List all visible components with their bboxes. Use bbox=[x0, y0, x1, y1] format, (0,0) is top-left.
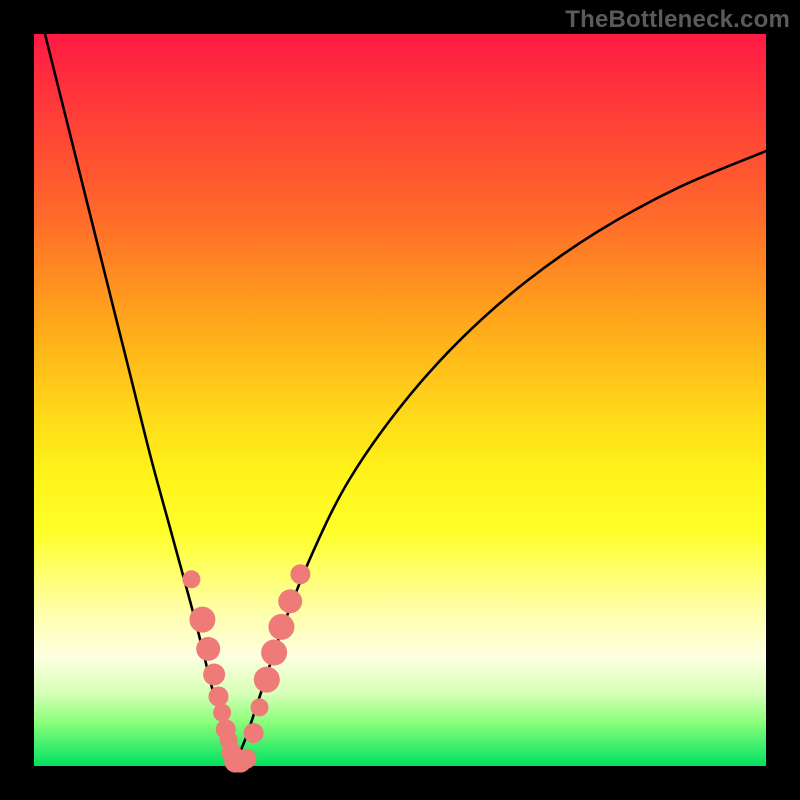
data-marker bbox=[213, 704, 231, 722]
data-marker bbox=[278, 589, 302, 613]
marker-group bbox=[182, 564, 310, 772]
data-marker bbox=[236, 749, 256, 769]
data-marker bbox=[261, 640, 287, 666]
watermark-text: TheBottleneck.com bbox=[565, 6, 790, 34]
right-branch-path bbox=[235, 151, 766, 762]
data-marker bbox=[209, 687, 229, 707]
plot-area bbox=[34, 34, 766, 766]
data-marker bbox=[203, 664, 225, 686]
chart-frame: TheBottleneck.com bbox=[0, 0, 800, 800]
data-marker bbox=[182, 570, 200, 588]
data-marker bbox=[189, 607, 215, 633]
data-marker bbox=[244, 723, 264, 743]
data-marker bbox=[251, 698, 269, 716]
data-marker bbox=[268, 614, 294, 640]
data-marker bbox=[254, 667, 280, 693]
data-marker bbox=[196, 637, 220, 661]
curve-layer bbox=[34, 34, 766, 766]
data-marker bbox=[290, 564, 310, 584]
